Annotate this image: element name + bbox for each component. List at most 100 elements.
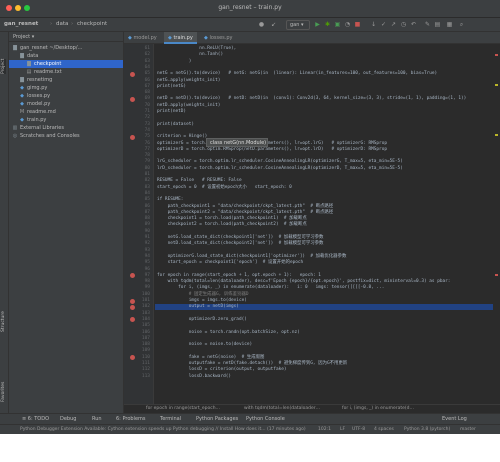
breakpoint-icon[interactable] (130, 304, 135, 310)
todo-tool-button[interactable]: ≡ 6: TODO (22, 416, 49, 422)
breakpoint-icon[interactable] (130, 317, 135, 323)
history-icon[interactable]: ◷ (400, 21, 407, 28)
tab-train-py[interactable]: ◆ train.py (164, 32, 197, 44)
code-line[interactable]: noise = torch.randn(opt.batchSize, opt.n… (157, 330, 300, 336)
code-line[interactable]: optimizerG = torch.optim.RMSprop(netG.pa… (157, 141, 387, 147)
code-line[interactable]: noise = noise.to(device) (157, 342, 252, 348)
code-line[interactable]: print(dataset) (157, 122, 194, 128)
structure-tool-button[interactable]: Structure (1, 311, 6, 332)
stop-icon[interactable]: ■ (354, 21, 361, 28)
code-line[interactable]: print(netD) (157, 109, 186, 115)
run-icon[interactable]: ▶ (314, 21, 321, 28)
code-line[interactable]: # 固定生成器G, 训练鉴别器D (157, 292, 249, 298)
breakpoint-icon[interactable] (130, 273, 135, 279)
code-line[interactable]: print(netG) (157, 84, 186, 90)
editor-scrollbar[interactable] (493, 44, 500, 413)
status-message[interactable]: Python Debugger Extension Available: Cyt… (20, 427, 306, 432)
breadcrumb-project[interactable]: gan_resnet (4, 21, 38, 27)
code-line[interactable]: for i, (imgs, _) in enumerate(dataloader… (157, 285, 384, 291)
tree-item[interactable]: ▇ gan_resnet ~/Desktop/… (9, 44, 123, 52)
code-line[interactable]: netD = netD().to(device) # netD: netD(in… (157, 96, 466, 102)
breadcrumb-with-tqdm[interactable]: with tqdm(total=len(dataloader… (244, 406, 320, 411)
tree-item[interactable]: ▇ data (9, 52, 123, 60)
error-marker[interactable] (495, 274, 498, 276)
favorites-tool-button[interactable]: Favorites (1, 382, 6, 402)
event-log-tool-button[interactable]: Event Log (442, 416, 467, 422)
breakpoint-icon[interactable] (130, 298, 135, 304)
indent-setting[interactable]: 4 spaces (374, 427, 394, 432)
code-line[interactable]: optimizerD.zero_grad() (157, 317, 247, 323)
tree-item[interactable]: ▤ readme.txt (9, 68, 123, 76)
warning-marker[interactable] (495, 134, 498, 136)
coverage-icon[interactable]: ▣ (334, 21, 341, 28)
code-editor[interactable]: nn.ReLU(True), nn.Tanh() ) netG = netG().… (155, 44, 493, 413)
code-line[interactable]: path_checkpoint1 = "data/checkpoint/ckpt… (157, 204, 334, 210)
code-line[interactable]: netG.apply(weights_init) (157, 78, 220, 84)
code-line[interactable]: netD.load_state_dict(checkpoint2['net'])… (157, 241, 324, 247)
breakpoint-icon[interactable] (130, 96, 135, 102)
python-packages-tool-button[interactable]: Python Packages (196, 416, 238, 422)
code-line[interactable]: path_checkpoint2 = "data/checkpoint/ckpt… (157, 210, 334, 216)
tree-item[interactable]: ▇ resnetimg (9, 76, 123, 84)
search-icon[interactable]: ⌕ (458, 21, 465, 28)
code-line[interactable]: start_epoch = 0 # 设置初始epoch大小 start_epoc… (157, 185, 292, 191)
code-line[interactable]: nn.Tanh() (157, 52, 223, 58)
layout-icon[interactable]: ▦ (446, 21, 453, 28)
tree-item[interactable]: ◆ losses.py (9, 92, 123, 100)
breadcrumb-checkpoint[interactable]: checkpoint (77, 21, 107, 27)
project-panel-header[interactable]: Project ▾ (9, 32, 123, 42)
run-tool-button[interactable]: Run (92, 416, 102, 422)
debug-tool-button[interactable]: Debug (60, 416, 76, 422)
code-line[interactable]: RESUME = False # RESUME: False (157, 178, 242, 184)
breadcrumb-for-epoch[interactable]: for epoch in range(start_epoch… (146, 406, 220, 411)
python-console-tool-button[interactable]: Python Console (246, 416, 285, 422)
code-line[interactable]: fake = netG(noise) # 生成假图 (157, 355, 265, 361)
project-structure-icon[interactable]: ▤ (434, 21, 441, 28)
code-line[interactable]: lrG_scheduler = torch.optim.lr_scheduler… (157, 159, 403, 165)
tree-item[interactable]: ◆ train.py (9, 116, 123, 124)
tree-item[interactable]: ▇ checkpoint (9, 60, 123, 68)
file-encoding[interactable]: UTF-8 (352, 427, 365, 432)
back-arrow-icon[interactable]: ↙ (270, 21, 277, 28)
code-line[interactable]: lossD.backward() (157, 374, 231, 380)
editor-gutter[interactable]: 61 62 63 64 65 66 67 68 69 70 71 72 73 74 75 76 77 78 79 80… (124, 44, 154, 413)
run-configuration-select[interactable]: gan ▾ (286, 20, 310, 30)
code-line[interactable]: netG = netG().to(device) # netG: netG(in… (157, 71, 437, 77)
code-line[interactable]: for epoch in range(start_epoch + 1, opt.… (157, 273, 321, 279)
terminal-tool-button[interactable]: Terminal (160, 416, 181, 422)
code-line[interactable]: lrD_scheduler = torch.optim.lr_scheduler… (157, 166, 403, 172)
breakpoint-icon[interactable] (130, 355, 135, 361)
warning-marker[interactable] (495, 84, 498, 86)
code-line[interactable]: optimizerD = torch.optim.RMSprop(netD.pa… (157, 147, 387, 153)
tab-model-py[interactable]: ◆ model.py (124, 32, 161, 44)
project-tool-button[interactable]: Project (1, 58, 6, 74)
error-marker[interactable] (495, 54, 498, 56)
code-line[interactable]: ) (157, 59, 192, 65)
breakpoint-icon[interactable] (130, 71, 135, 77)
code-line[interactable]: start_epoch = checkpoint1['epoch'] # 设置开… (157, 260, 304, 266)
vcs-commit-icon[interactable]: ✓ (380, 21, 387, 28)
tree-item[interactable]: ◆ model.py (9, 100, 123, 108)
code-line[interactable]: criterion = Hinge() (157, 134, 207, 140)
settings-icon[interactable]: ✎ (424, 21, 431, 28)
tree-item[interactable]: ◎ Scratches and Consoles (9, 132, 123, 140)
debug-icon[interactable]: ✱ (324, 21, 331, 28)
vcs-push-icon[interactable]: ↗ (390, 21, 397, 28)
line-separator[interactable]: LF (340, 427, 345, 432)
problems-tool-button[interactable]: 6: Problems (116, 416, 146, 422)
tab-losses-py[interactable]: ◆ losses.py (200, 32, 237, 44)
tree-item[interactable]: ◆ gimg.py (9, 84, 123, 92)
code-line[interactable]: output = netD(imgs) (155, 304, 493, 311)
tree-item[interactable]: Mreadme.md (9, 108, 123, 116)
code-line[interactable]: optimizerG.load_state_dict(checkpoint1['… (157, 254, 347, 260)
profile-icon[interactable]: ◔ (344, 21, 351, 28)
code-line[interactable]: netD.apply(weights_init) (157, 103, 220, 109)
rollback-icon[interactable]: ↶ (410, 21, 417, 28)
breadcrumb-data[interactable]: data (56, 21, 68, 27)
code-line[interactable]: checkpoint2 = torch.load(path_checkpoint… (157, 222, 307, 228)
caret-position[interactable]: 102:1 (318, 427, 331, 432)
code-line[interactable]: lossD = criterion(output, outputfake) (157, 367, 287, 373)
code-line[interactable]: if RESUME: (157, 197, 183, 203)
breakpoint-icon[interactable] (130, 134, 135, 140)
tree-item[interactable]: ▥ External Libraries (9, 124, 123, 132)
